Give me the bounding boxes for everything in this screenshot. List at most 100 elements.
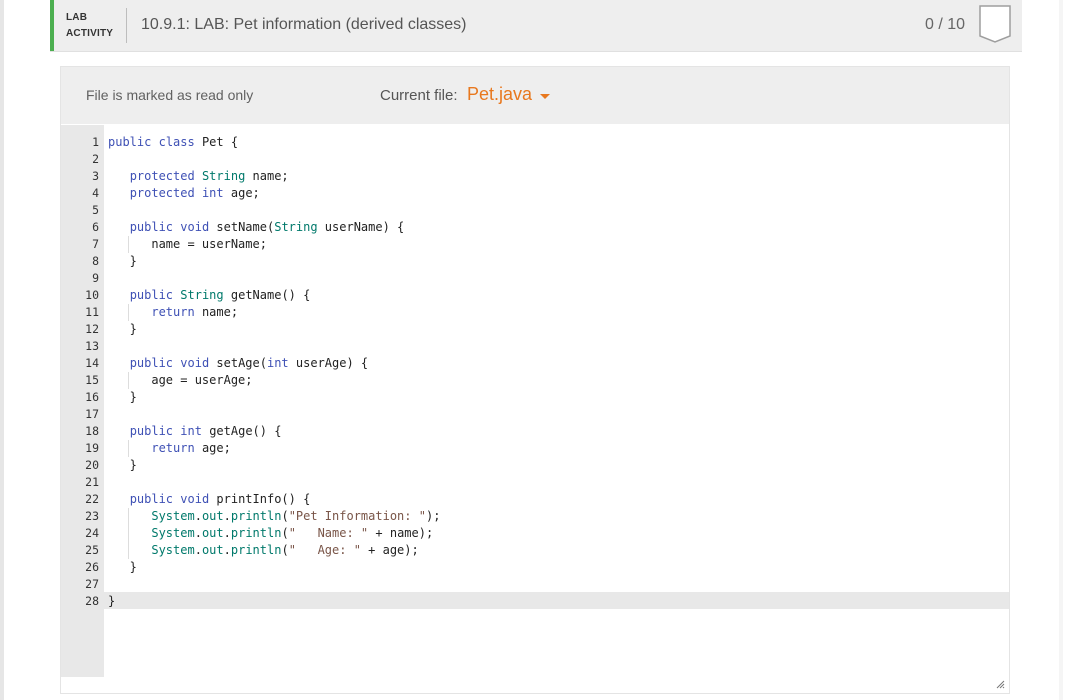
- code-line[interactable]: 3 protected String name;: [61, 168, 1009, 185]
- indent-guide: [128, 525, 129, 542]
- completion-badge-icon: [979, 5, 1011, 43]
- code-line[interactable]: 22 public void printInfo() {: [61, 491, 1009, 508]
- line-number: 11: [85, 305, 99, 319]
- line-number: 3: [92, 169, 99, 183]
- lab-title: 10.9.1: LAB: Pet information (derived cl…: [141, 16, 467, 33]
- code-text: }: [108, 254, 137, 268]
- code-editor-panel: File is marked as read only Current file…: [60, 66, 1010, 694]
- indent-guide: [128, 372, 129, 389]
- line-number: 20: [85, 458, 99, 472]
- code-line[interactable]: 9: [61, 270, 1009, 287]
- code-line[interactable]: 23 System.out.println("Pet Information: …: [61, 508, 1009, 525]
- lab-label-line1: LAB: [66, 12, 88, 23]
- code-editor[interactable]: 1 public class Pet {2 3 protected String n…: [61, 125, 1009, 687]
- line-number: 7: [92, 237, 99, 251]
- line-number: 22: [85, 492, 99, 506]
- lab-activity-header: LAB ACTIVITY 10.9.1: LAB: Pet informatio…: [50, 0, 1022, 52]
- code-line[interactable]: 11 return name;: [61, 304, 1009, 321]
- code-line[interactable]: 21: [61, 474, 1009, 491]
- file-bar: File is marked as read only Current file…: [61, 67, 1009, 124]
- code-text: }: [108, 560, 137, 574]
- line-number: 28: [85, 594, 99, 608]
- line-number: 6: [92, 220, 99, 234]
- code-line[interactable]: 25 System.out.println(" Age: " + age);: [61, 542, 1009, 559]
- code-text: public void printInfo() {: [129, 492, 311, 506]
- code-line[interactable]: 19 return age;: [61, 440, 1009, 457]
- line-number: 24: [85, 526, 99, 540]
- code-line[interactable]: 28}: [61, 593, 1009, 610]
- line-number: 10: [85, 288, 99, 302]
- header-accent-bar: [50, 0, 54, 51]
- resize-handle-icon[interactable]: [995, 679, 1005, 689]
- indent-guide: [128, 440, 129, 457]
- code-text: name = userName;: [108, 237, 267, 251]
- code-line[interactable]: 15 age = userAge;: [61, 372, 1009, 389]
- line-number: 8: [92, 254, 99, 268]
- code-text: public String getName() {: [129, 288, 311, 302]
- code-text: System.out.println(" Name: " + name);: [151, 526, 434, 540]
- code-text: protected String name;: [129, 169, 289, 183]
- page-scrollbar[interactable]: [1059, 0, 1063, 700]
- code-text: return age;: [151, 441, 231, 455]
- line-number: 19: [85, 441, 99, 455]
- code-line[interactable]: 24 System.out.println(" Name: " + name);: [61, 525, 1009, 542]
- lab-label-line2: ACTIVITY: [66, 28, 114, 39]
- lab-score: 0 / 10: [925, 16, 966, 33]
- code-text: public int getAge() {: [129, 424, 282, 438]
- code-line[interactable]: 18 public int getAge() {: [61, 423, 1009, 440]
- line-number: 18: [85, 424, 99, 438]
- code-text: }: [108, 390, 137, 404]
- line-number: 17: [85, 407, 99, 421]
- code-line[interactable]: 8 }: [61, 253, 1009, 270]
- line-number: 9: [92, 271, 99, 285]
- line-number: 1: [92, 135, 99, 149]
- indent-guide: [128, 236, 129, 253]
- line-number: 25: [85, 543, 99, 557]
- code-line[interactable]: 16 }: [61, 389, 1009, 406]
- code-text: age = userAge;: [108, 373, 253, 387]
- line-number: 2: [92, 152, 99, 166]
- line-number: 12: [85, 322, 99, 336]
- line-number: 14: [85, 356, 99, 370]
- code-line[interactable]: 27: [61, 576, 1009, 593]
- code-line[interactable]: 4 protected int age;: [61, 185, 1009, 202]
- line-number: 16: [85, 390, 99, 404]
- code-line[interactable]: 1 public class Pet {: [61, 134, 1009, 151]
- current-file-label: Current file:: [380, 87, 458, 104]
- indent-guide: [128, 542, 129, 559]
- code-line[interactable]: 26 }: [61, 559, 1009, 576]
- code-text: System.out.println("Pet Information: ");: [151, 509, 441, 523]
- code-text: }: [108, 594, 116, 608]
- code-text: System.out.println(" Age: " + age);: [151, 543, 419, 557]
- line-number: 15: [85, 373, 99, 387]
- line-number: 23: [85, 509, 99, 523]
- line-number: 4: [92, 186, 99, 200]
- current-file-dropdown[interactable]: Pet.java: [467, 84, 532, 105]
- code-line[interactable]: 13: [61, 338, 1009, 355]
- code-text: protected int age;: [129, 186, 260, 200]
- readonly-note: File is marked as read only: [86, 87, 254, 103]
- line-number: 13: [85, 339, 99, 353]
- code-text: public void setAge(int userAge) {: [129, 356, 369, 370]
- code-line[interactable]: 17: [61, 406, 1009, 423]
- code-line[interactable]: 5: [61, 202, 1009, 219]
- code-line[interactable]: 7 name = userName;: [61, 236, 1009, 253]
- code-line[interactable]: 6 public void setName(String userName) {: [61, 219, 1009, 236]
- line-number: 27: [85, 577, 99, 591]
- page-edge: [0, 0, 4, 700]
- code-text: }: [108, 322, 137, 336]
- code-text: }: [108, 458, 137, 472]
- code-line[interactable]: 20 }: [61, 457, 1009, 474]
- line-number: 26: [85, 560, 99, 574]
- code-text: public void setName(String userName) {: [129, 220, 405, 234]
- header-divider: [126, 8, 127, 43]
- indent-guide: [128, 508, 129, 525]
- code-line[interactable]: 12 }: [61, 321, 1009, 338]
- code-line[interactable]: 14 public void setAge(int userAge) {: [61, 355, 1009, 372]
- code-line[interactable]: 2: [61, 151, 1009, 168]
- line-number: 21: [85, 475, 99, 489]
- caret-down-icon[interactable]: [540, 94, 550, 99]
- code-line[interactable]: 10 public String getName() {: [61, 287, 1009, 304]
- indent-guide: [128, 304, 129, 321]
- line-number: 5: [92, 203, 99, 217]
